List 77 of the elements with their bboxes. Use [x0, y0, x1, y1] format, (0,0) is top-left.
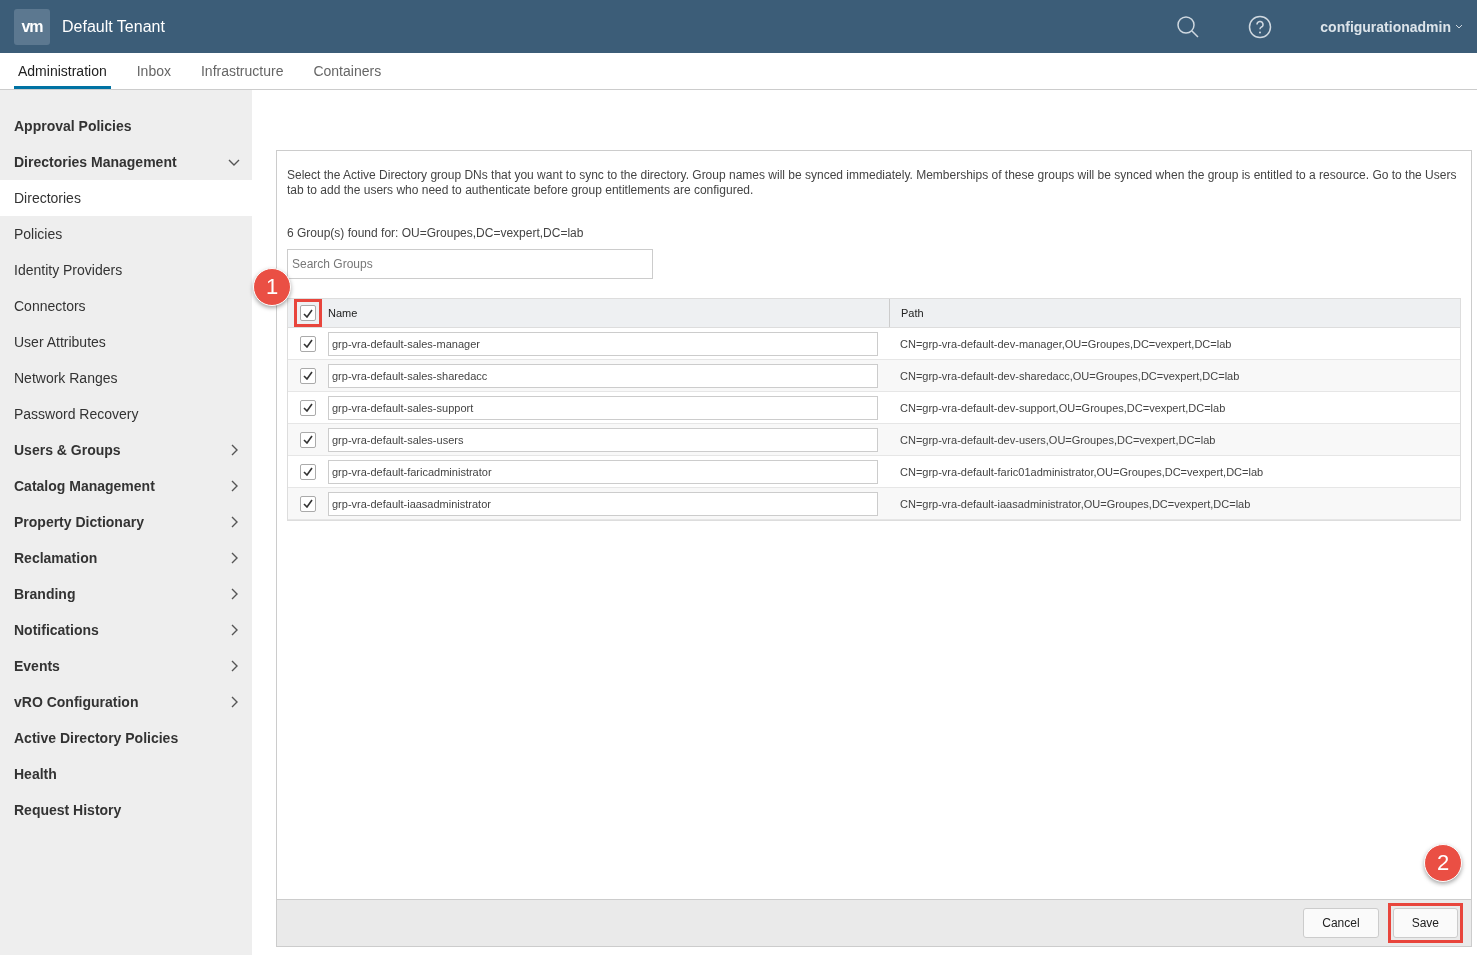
help-icon[interactable]: [1248, 14, 1273, 39]
sidebar-item-label: Catalog Management: [14, 478, 155, 494]
sidebar-item-label: Health: [14, 766, 57, 782]
user-menu[interactable]: configurationadmin: [1320, 18, 1463, 35]
check-icon: [303, 308, 313, 318]
sidebar-item[interactable]: Policies: [0, 216, 252, 252]
table-cell-text: CN=grp-vra-default-dev-support,OU=Groupes,DC=vexpert,DC=lab: [899, 401, 1227, 414]
column-header: Path: [900, 306, 925, 321]
table-cell-text: CN=grp-vra-default-faric01administrator,OU=Groupes,DC=vexpert,DC=lab: [899, 465, 1265, 478]
sidebar-item-label: Approval Policies: [14, 118, 132, 134]
row-checkbox[interactable]: [300, 399, 316, 416]
select-all-checkbox[interactable]: [300, 305, 316, 321]
search-icon[interactable]: [1176, 14, 1201, 39]
group-name-field[interactable]: grp-vra-default-sales-support: [328, 395, 878, 420]
sidebar-item[interactable]: Notifications: [0, 612, 252, 648]
sidebar-item[interactable]: Identity Providers: [0, 252, 252, 288]
caret-icon: [1455, 23, 1463, 30]
sidebar-item-label: Events: [14, 658, 60, 674]
step-badge: 2: [1424, 844, 1462, 882]
nav-tab[interactable]: Containers: [309, 53, 386, 89]
check-icon: [303, 499, 313, 508]
check-icon: [303, 467, 313, 476]
description-text: Select the Active Directory group DNs that you want to sync to the directory. Group names will be synced immediately. Memberships of these groups will be synced when the group is entitled to a resource. Go to the Users tab to add the users who need to authenticate before group entitlements are configured.: [287, 168, 1458, 198]
sidebar-item[interactable]: vRO Configuration: [0, 684, 252, 720]
sidebar-item[interactable]: Property Dictionary: [0, 504, 252, 540]
sidebar-item[interactable]: Network Ranges: [0, 360, 252, 396]
search-field[interactable]: Search Groups: [287, 249, 653, 279]
group-name-field[interactable]: grp-vra-default-faricadministrator: [328, 459, 878, 484]
sidebar-item[interactable]: User Attributes: [0, 324, 252, 360]
sidebar-item-label: Users & Groups: [14, 442, 121, 458]
cancel-button[interactable]: Cancel: [1303, 908, 1379, 938]
step-badge: 1: [253, 268, 291, 306]
row-checkbox[interactable]: [300, 431, 316, 448]
nav-tab[interactable]: Inbox: [132, 53, 175, 89]
save-button[interactable]: Save: [1392, 908, 1458, 938]
sidebar-item[interactable]: Events: [0, 648, 252, 684]
table-cell-text: CN=grp-vra-default-iaasadministrator,OU=Groupes,DC=vexpert,DC=lab: [899, 497, 1252, 510]
sidebar-item[interactable]: Connectors: [0, 288, 252, 324]
column-header: Name: [328, 299, 890, 327]
sidebar-item-label: Branding: [14, 586, 76, 602]
group-name-field[interactable]: grp-vra-default-iaasadministrator: [328, 491, 878, 516]
sidebar-item[interactable]: Health: [0, 756, 252, 792]
group-name-field[interactable]: grp-vra-default-sales-manager: [328, 331, 878, 356]
row-checkbox[interactable]: [300, 367, 316, 384]
check-icon: [303, 371, 313, 380]
nav-tab[interactable]: Infrastructure: [196, 53, 288, 89]
sidebar-item[interactable]: Password Recovery: [0, 396, 252, 432]
tenant-title: Default Tenant: [62, 17, 166, 36]
table-cell-text: CN=grp-vra-default-dev-sharedacc,OU=Groupes,DC=vexpert,DC=lab: [899, 369, 1241, 382]
sidebar-item[interactable]: Users & Groups: [0, 432, 252, 468]
sidebar-item[interactable]: Directories: [0, 180, 252, 216]
sidebar-item[interactable]: Branding: [0, 576, 252, 612]
sidebar-item[interactable]: Request History: [0, 792, 252, 828]
logo: vm: [14, 8, 50, 45]
sidebar-item[interactable]: Approval Policies: [0, 108, 252, 144]
sidebar-item-label: vRO Configuration: [14, 694, 139, 710]
sidebar-item-label: Active Directory Policies: [14, 730, 179, 746]
row-checkbox[interactable]: [300, 335, 316, 352]
group-name-field[interactable]: grp-vra-default-sales-users: [328, 427, 878, 452]
sidebar-item[interactable]: Catalog Management: [0, 468, 252, 504]
sidebar-item-label: Reclamation: [14, 550, 98, 566]
row-checkbox[interactable]: [300, 495, 316, 512]
check-icon: [303, 339, 313, 348]
table-cell-text: CN=grp-vra-default-dev-manager,OU=Groupes,DC=vexpert,DC=lab: [899, 337, 1233, 350]
sidebar-item[interactable]: Directories Management: [0, 144, 252, 180]
row-checkbox[interactable]: [300, 463, 316, 480]
sidebar-item[interactable]: Reclamation: [0, 540, 252, 576]
sidebar-item-label: Notifications: [14, 622, 99, 638]
sidebar-item-label: Property Dictionary: [14, 514, 144, 530]
sidebar-item[interactable]: Active Directory Policies: [0, 720, 252, 756]
groups-found-text: 6 Group(s) found for: OU=Groupes,DC=vexpert,DC=lab: [287, 226, 585, 240]
sidebar-item-label: Request History: [14, 802, 122, 818]
group-name-field[interactable]: grp-vra-default-sales-sharedacc: [328, 363, 878, 388]
check-icon: [303, 403, 313, 412]
table-cell-text: CN=grp-vra-default-dev-users,OU=Groupes,DC=vexpert,DC=lab: [899, 433, 1217, 446]
sidebar-item-label: Directories Management: [14, 154, 177, 170]
check-icon: [303, 435, 313, 444]
